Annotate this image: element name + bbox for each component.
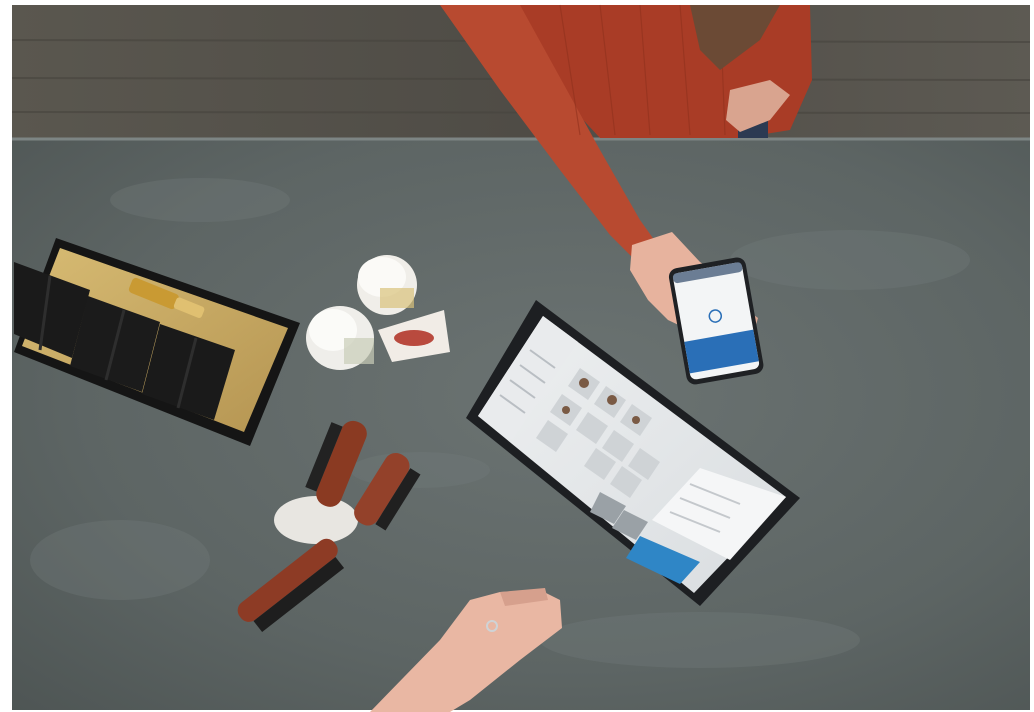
cosmetic-bottle (306, 306, 374, 370)
cosmetic-jar (357, 255, 417, 315)
photo-scene (0, 0, 1034, 712)
scene-svg (11, 4, 1031, 712)
